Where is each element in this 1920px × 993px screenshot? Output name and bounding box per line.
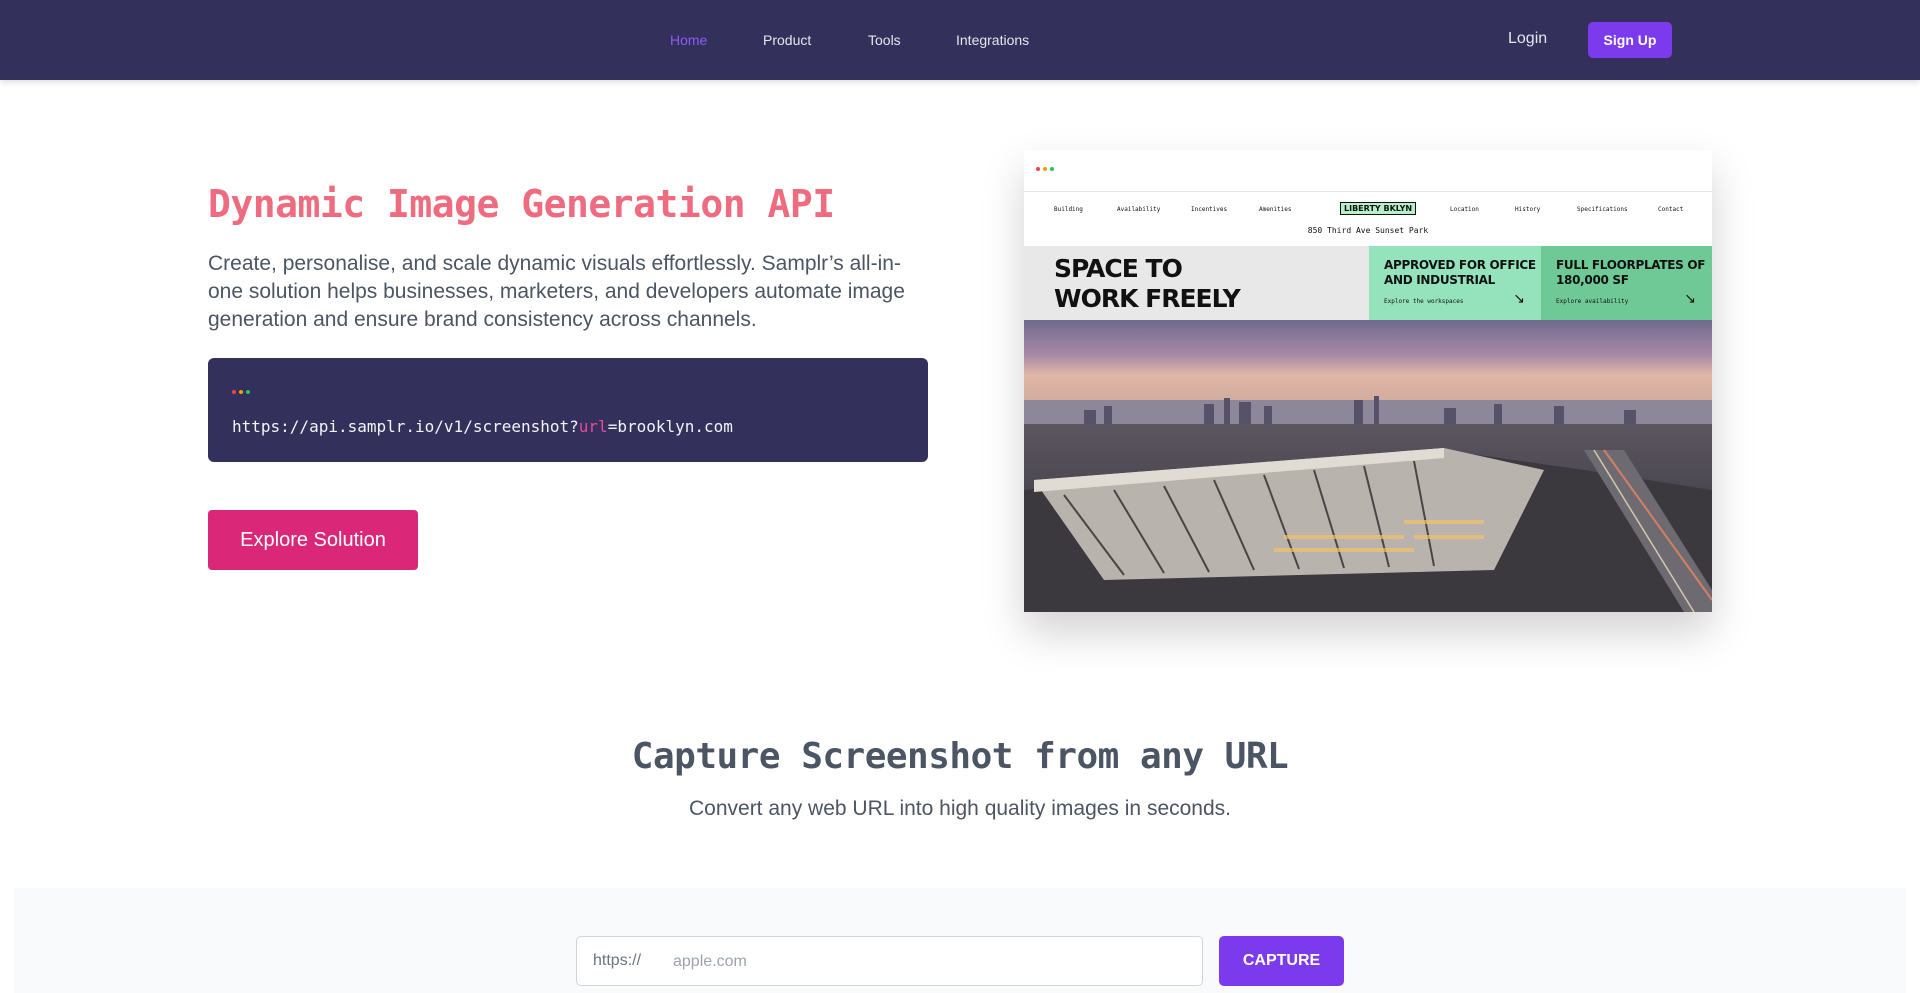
capture-button[interactable]: CAPTURE	[1219, 936, 1344, 986]
preview-logo: LIBERTY BKLYN	[1340, 202, 1417, 215]
hero-title: Dynamic Image Generation API	[208, 182, 835, 226]
preview-headline-line1: SPACE TO	[1054, 254, 1183, 283]
preview-card-title: APPROVED FOR OFFICE AND INDUSTRIAL	[1384, 258, 1536, 288]
code-url-suffix: =brooklyn.com	[607, 417, 733, 436]
preview-card-link: Explore availability	[1556, 298, 1629, 305]
preview-nav-item: Availability	[1117, 206, 1161, 213]
nav-product[interactable]: Product	[763, 32, 811, 48]
capture-section-title: Capture Screenshot from any URL	[631, 736, 1289, 777]
nav-integrations[interactable]: Integrations	[956, 32, 1029, 48]
preview-card2-title-line1: FULL FLOORPLATES OF	[1556, 258, 1706, 272]
preview-nav-item: Amenities	[1259, 206, 1292, 213]
nav-tools[interactable]: Tools	[868, 32, 901, 48]
login-link[interactable]: Login	[1508, 30, 1547, 48]
window-dots-icon	[1036, 167, 1054, 171]
code-snippet: https://api.samplr.io/v1/screenshot?url=…	[208, 358, 928, 462]
hero-description: Create, personalise, and scale dynamic v…	[208, 252, 905, 331]
screenshot-preview: Building Availability Incentives Ameniti…	[1024, 150, 1712, 612]
arrow-down-right-icon: ↘	[1513, 290, 1525, 306]
code-url-prefix: https://api.samplr.io/v1/screenshot?	[232, 417, 579, 436]
preview-card2-title-line2: 180,000 SF	[1556, 273, 1629, 287]
url-input-group: https://	[576, 936, 1203, 986]
explore-solution-button[interactable]: Explore Solution	[208, 510, 418, 570]
preview-nav-item: Incentives	[1191, 206, 1228, 213]
preview-nav-item: History	[1515, 206, 1541, 213]
url-protocol-prefix: https://	[593, 952, 642, 969]
preview-headline-line2: WORK FREELY	[1054, 284, 1241, 313]
preview-card1-title-line2: AND INDUSTRIAL	[1384, 273, 1495, 287]
preview-browser-bar	[1024, 150, 1712, 192]
preview-card-office: APPROVED FOR OFFICE AND INDUSTRIAL Explor…	[1369, 246, 1541, 320]
url-input[interactable]	[673, 945, 1183, 979]
arrow-down-right-icon: ↘	[1684, 290, 1696, 306]
preview-nav-item: Specifications	[1577, 206, 1628, 213]
preview-card-title: FULL FLOORPLATES OF 180,000 SF	[1556, 258, 1705, 288]
window-dots-icon	[232, 390, 250, 394]
code-url-param: url	[578, 417, 608, 436]
preview-site-nav: Building Availability Incentives Ameniti…	[1024, 192, 1712, 246]
preview-address: 850 Third Ave Sunset Park	[1307, 226, 1429, 235]
preview-headline-panel: SPACE TO WORK FREELY	[1024, 246, 1369, 320]
preview-card1-title-line1: APPROVED FOR OFFICE	[1384, 258, 1536, 272]
code-line: https://api.samplr.io/v1/screenshot?url=…	[232, 417, 733, 436]
preview-card-floorplates: FULL FLOORPLATES OF 180,000 SF Explore av…	[1541, 246, 1712, 320]
preview-headline: SPACE TO WORK FREELY	[1054, 254, 1241, 314]
top-navbar: Home Product Tools Integrations Login Si…	[0, 0, 1920, 80]
preview-nav-item: Contact	[1658, 206, 1684, 213]
signup-button[interactable]: Sign Up	[1588, 22, 1672, 58]
preview-building-photo	[1024, 320, 1712, 612]
nav-home[interactable]: Home	[670, 32, 707, 48]
preview-nav-item: Location	[1450, 206, 1479, 213]
preview-card-link: Explore the workspaces	[1384, 298, 1464, 305]
preview-nav-item: Building	[1054, 206, 1083, 213]
capture-section-subtitle: Convert any web URL into high quality im…	[688, 797, 1231, 820]
